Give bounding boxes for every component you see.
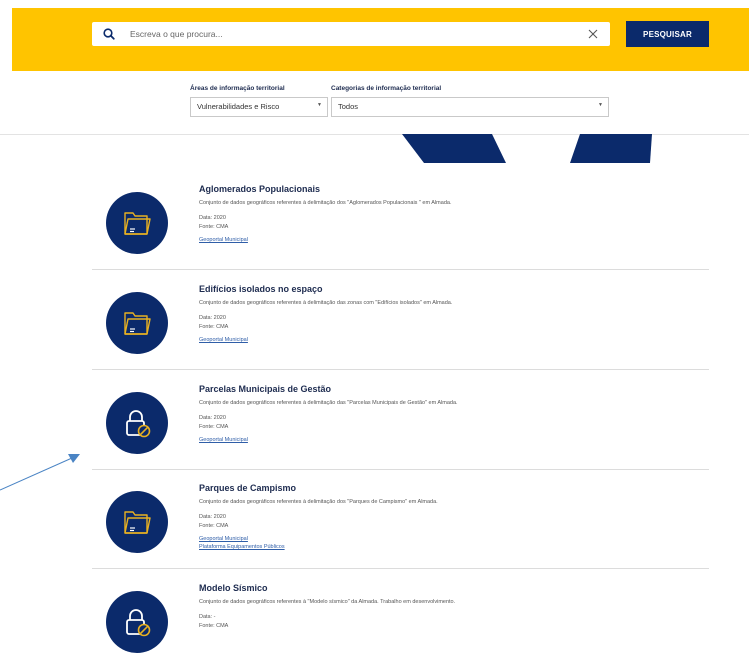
item-link[interactable]: Geoportal Municipal (199, 536, 248, 542)
item-description: Conjunto de dados geográficos referentes… (199, 300, 453, 306)
search-button[interactable]: PESQUISAR (626, 21, 709, 47)
item-source: Fonte: CMA (199, 224, 229, 230)
decorative-shapes (402, 134, 652, 163)
item-description: Conjunto de dados geográficos referentes… (199, 599, 456, 605)
item-icon-badge (106, 491, 168, 553)
item-title: Modelo Sísmico (199, 583, 268, 593)
item-title: Parcelas Municipais de Gestão (199, 384, 332, 394)
categorias-select-value: Todos (338, 102, 359, 111)
item-description: Conjunto de dados geográficos referentes… (199, 499, 438, 505)
list-item: Aglomerados Populacionais Conjunto de dad… (0, 170, 749, 270)
folder-icon (124, 312, 151, 335)
list-item: Parcelas Municipais de Gestão Conjunto de… (0, 370, 749, 470)
list-item: Parques de Campismo Conjunto de dados geo… (0, 469, 749, 569)
item-source: Fonte: CMA (199, 324, 229, 330)
lock-icon (126, 609, 151, 637)
chevron-down-icon: ▼ (598, 102, 603, 108)
item-link[interactable]: Geoportal Municipal (199, 237, 248, 243)
lock-icon (126, 410, 151, 438)
item-description: Conjunto de dados geográficos referentes… (199, 400, 458, 406)
areas-filter-label: Áreas de informação territorial (190, 85, 285, 92)
item-date: Data: 2020 (199, 415, 226, 421)
search-input[interactable] (130, 25, 570, 43)
item-title: Aglomerados Populacionais (199, 184, 321, 194)
item-link[interactable]: Geoportal Municipal (199, 337, 248, 343)
search-box (92, 22, 610, 46)
annotation-arrow (0, 454, 80, 491)
categorias-select[interactable]: Todos ▼ (331, 97, 609, 117)
item-date: Data: 2020 (199, 315, 226, 321)
item-title: Edifícios isolados no espaço (199, 284, 323, 294)
item-icon-badge (106, 292, 168, 354)
item-date: Data: 2020 (199, 215, 226, 221)
item-icon-badge (106, 192, 168, 254)
areas-select[interactable]: Vulnerabilidades e Risco ▼ (190, 97, 328, 117)
item-icon-badge (106, 591, 168, 653)
categorias-filter-label: Categorias de informação territorial (331, 85, 442, 92)
item-source: Fonte: CMA (199, 623, 229, 629)
item-icon-badge (106, 392, 168, 454)
areas-select-value: Vulnerabilidades e Risco (197, 102, 280, 111)
search-icon (103, 28, 115, 40)
item-title: Parques de Campismo (199, 483, 297, 493)
close-icon[interactable] (586, 27, 600, 41)
folder-icon (124, 212, 151, 235)
folder-icon (124, 511, 151, 534)
item-date: Data: 2020 (199, 514, 226, 520)
chevron-down-icon: ▼ (317, 102, 322, 108)
list-item: Edifícios isolados no espaço Conjunto de … (0, 270, 749, 370)
item-date: Data: - (199, 614, 216, 620)
item-source: Fonte: CMA (199, 424, 229, 430)
item-link[interactable]: Plataforma Equipamentos Públicos (199, 544, 285, 550)
item-link[interactable]: Geoportal Municipal (199, 437, 248, 443)
list-item: Modelo Sísmico Conjunto de dados geográfi… (0, 569, 749, 669)
item-source: Fonte: CMA (199, 523, 229, 529)
item-description: Conjunto de dados geográficos referentes… (199, 200, 452, 206)
